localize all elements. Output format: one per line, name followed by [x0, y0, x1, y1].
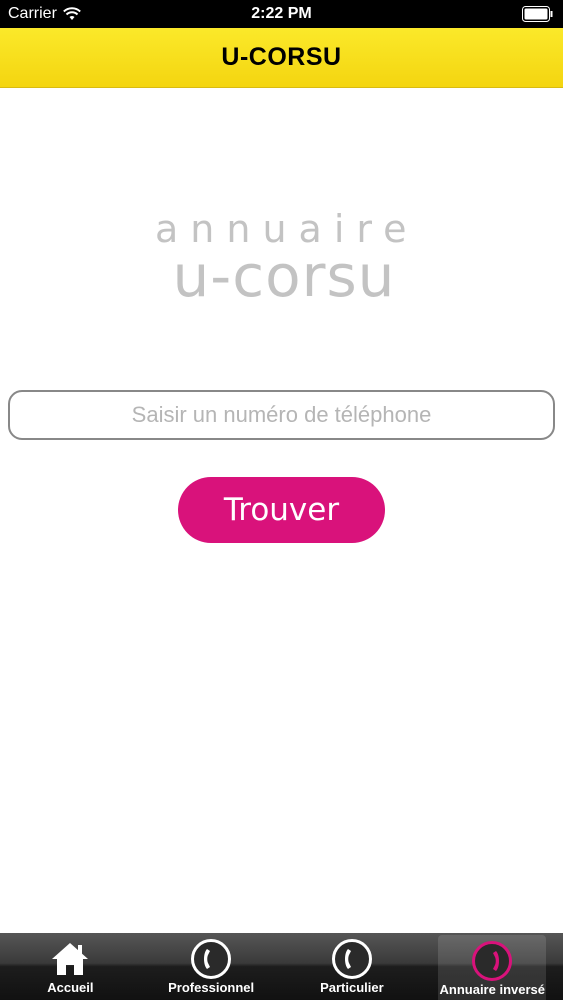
page-title: U-CORSU [221, 43, 342, 71]
battery-icon [522, 6, 553, 22]
tab-label: Annuaire inversé [439, 982, 546, 997]
phone-icon [189, 938, 233, 980]
phone-number-input[interactable] [8, 390, 555, 440]
tab-annuaire-inverse[interactable]: Annuaire inversé [438, 935, 547, 1000]
tab-accueil[interactable]: Accueil [0, 933, 141, 1000]
annuaire-ucorsu-logo: annuaire u-corsu [155, 210, 413, 305]
phone-icon [330, 938, 374, 980]
tab-label: Particulier [320, 980, 384, 995]
home-icon [48, 938, 92, 980]
find-button[interactable]: Trouver [178, 477, 385, 543]
phone-icon [470, 940, 514, 982]
tab-label: Accueil [47, 980, 94, 995]
status-bar: Carrier 2:22 PM [0, 0, 563, 28]
tab-particulier[interactable]: Particulier [282, 933, 423, 1000]
tab-professionnel[interactable]: Professionnel [141, 933, 282, 1000]
tab-bar: Accueil Professionnel Particulier Annuai… [0, 933, 563, 1000]
navigation-bar: U-CORSU [0, 28, 563, 88]
logo-line-ucorsu: u-corsu [172, 242, 396, 310]
clock: 2:22 PM [251, 5, 312, 22]
tab-label: Professionnel [168, 980, 255, 995]
